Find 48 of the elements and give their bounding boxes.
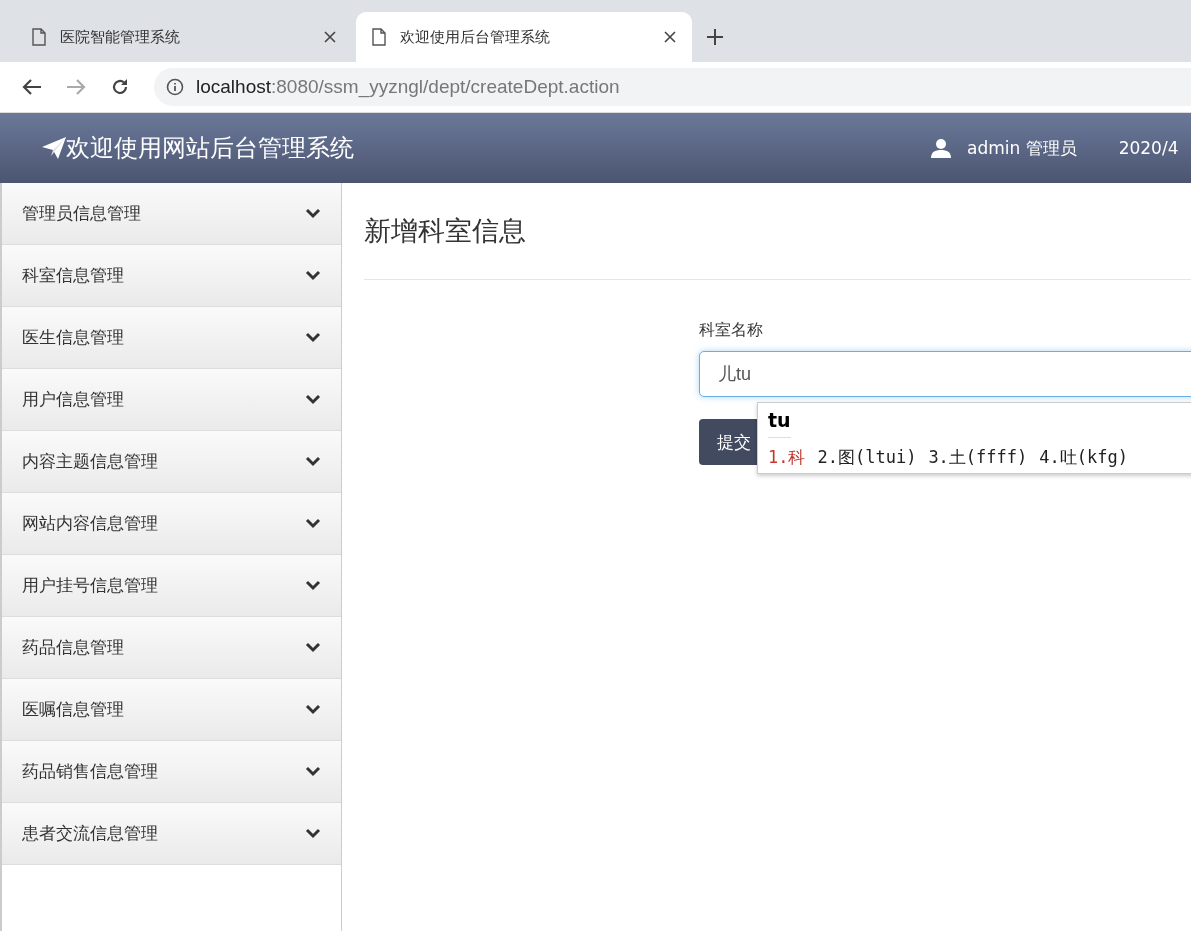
new-tab-icon[interactable] <box>706 28 724 46</box>
chevron-icon <box>305 704 321 715</box>
ime-candidate[interactable]: 2.图(ltui) <box>817 446 917 469</box>
ime-composition: tu <box>768 409 791 438</box>
page-icon <box>372 28 386 46</box>
close-icon[interactable] <box>664 31 676 43</box>
sidebar-item[interactable]: 管理员信息管理 <box>2 183 341 245</box>
page-icon <box>32 28 46 46</box>
back-icon[interactable] <box>22 78 42 96</box>
chevron-icon <box>305 580 321 591</box>
chevron-icon <box>305 828 321 839</box>
url-text: localhost:8080/ssm_yyzngl/dept/createDept.action <box>196 76 620 98</box>
chevron-icon <box>305 456 321 467</box>
sidebar-item[interactable]: 患者交流信息管理 <box>2 803 341 865</box>
ime-candidate[interactable]: 4.吐(kfg) <box>1039 446 1128 469</box>
tab-title: 欢迎使用后台管理系统 <box>400 27 551 47</box>
user-name[interactable]: admin 管理员 <box>967 136 1077 160</box>
sidebar-item[interactable]: 科室信息管理 <box>2 245 341 307</box>
chevron-icon <box>305 208 321 219</box>
reload-icon[interactable] <box>110 77 130 97</box>
tab-title: 医院智能管理系统 <box>60 27 181 47</box>
input-field[interactable]: 儿tu <box>699 351 1191 397</box>
chevron-icon <box>305 394 321 405</box>
chevron-icon <box>305 766 321 777</box>
date-text: 2020/4 <box>1118 138 1179 158</box>
site-title: 欢迎使用网站后台管理系统 <box>66 133 354 164</box>
user-icon <box>931 138 951 158</box>
sidebar-item[interactable]: 用户挂号信息管理 <box>2 555 341 617</box>
page-title: 新增科室信息 <box>364 214 527 248</box>
sidebar-item[interactable]: 内容主题信息管理 <box>2 431 341 493</box>
field-label: 科室名称 <box>699 320 764 341</box>
sidebar-item[interactable]: 药品销售信息管理 <box>2 741 341 803</box>
browser-tab[interactable]: 欢迎使用后台管理系统 <box>356 12 692 62</box>
sidebar-item[interactable]: 网站内容信息管理 <box>2 493 341 555</box>
chevron-icon <box>305 270 321 281</box>
chevron-icon <box>305 642 321 653</box>
sidebar-item[interactable]: 药品信息管理 <box>2 617 341 679</box>
info-icon <box>166 78 184 96</box>
browser-tab[interactable]: 医院智能管理系统 <box>16 12 352 62</box>
sidebar-item[interactable]: 用户信息管理 <box>2 369 341 431</box>
sidebar-item[interactable]: 医生信息管理 <box>2 307 341 369</box>
close-icon[interactable] <box>324 31 336 43</box>
chevron-icon <box>305 518 321 529</box>
sidebar-item[interactable]: 医嘱信息管理 <box>2 679 341 741</box>
address-field[interactable]: localhost:8080/ssm_yyzngl/dept/createDept.action <box>154 68 1191 106</box>
ime-candidate[interactable]: 3.土(ffff) <box>928 446 1028 469</box>
paper-plane-icon <box>42 137 66 159</box>
chevron-icon <box>305 332 321 343</box>
